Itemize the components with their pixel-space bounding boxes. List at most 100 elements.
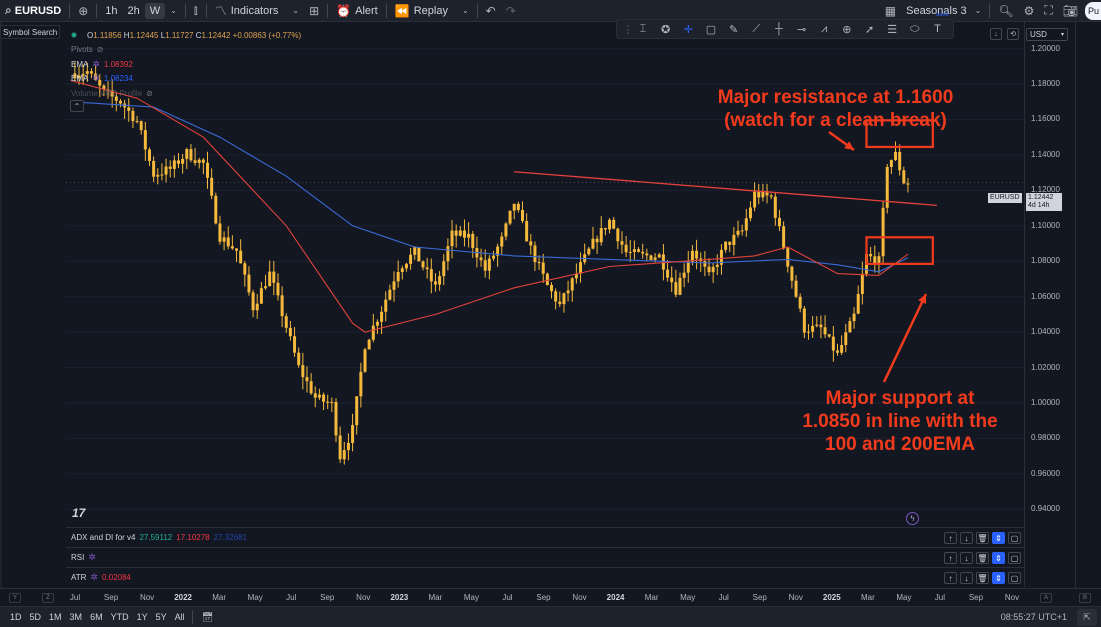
rsi-pane[interactable]: RSI ✲ ↑ ↓ 🗑︎ ⇕ ▢ [66,547,1024,567]
interval-w[interactable]: W [144,2,166,19]
text-cursor-icon[interactable]: ⌶ [633,23,653,36]
time-axis[interactable]: Y Z A B Jul Sep Nov 2022 Mar May Jul Sep Nov 2023… [0,588,1101,605]
price-axis[interactable]: 1.20000 1.18000 1.16000 1.14000 1.12000 1.100… [1024,22,1075,587]
range-button-3m[interactable]: 3M [66,612,87,622]
alert-button[interactable]: ⏰ Alert [331,0,383,22]
gear-icon[interactable]: ✲ [88,552,96,563]
eye-off-icon[interactable]: ⊘ [146,89,153,98]
fullscreen-button[interactable]: ⛶ [1039,0,1057,22]
collapse-pane-button[interactable]: ▢ [1008,572,1021,584]
move-down-button[interactable]: ↓ [960,572,973,584]
left-marker-z[interactable]: Z [42,593,54,603]
move-down-button[interactable]: ↓ [960,532,973,544]
maximize-pane-button[interactable]: ⇕ [992,552,1005,564]
compare-button[interactable]: ⊕ [73,0,93,22]
symbol-button[interactable]: ⌕ EURUSD [0,0,66,22]
chart-legend: O1.11856 H1.12445 L1.11727 C1.12442 +0.0… [71,28,301,101]
price-tick: 1.14000 [1031,149,1060,159]
right-marker-a[interactable]: A [1040,593,1052,603]
drag-handle-icon[interactable]: ⋮ [622,23,633,36]
legend-volume-profile[interactable]: Volume VRO Profile ⊘ [71,86,301,101]
range-button-6m[interactable]: 6M [86,612,107,622]
horizontal-line-icon[interactable]: ┼ [769,23,789,35]
gear-icon[interactable]: ✲ [90,572,98,583]
redo-button[interactable]: ↷ [501,0,521,22]
range-button-5d[interactable]: 5D [26,612,46,622]
text-tool-icon[interactable]: T [928,23,948,35]
gear-icon[interactable]: ✲ [92,59,100,70]
range-button-1d[interactable]: 1D [6,612,26,622]
price-tick: 1.08000 [1031,256,1060,266]
collapse-panel-button[interactable]: ⇱ [1077,609,1097,626]
left-sidebar [0,22,2,605]
calendar-icon[interactable]: 📅︎ [202,612,213,623]
candle-body [438,276,442,285]
eye-off-icon[interactable]: ⊘ [97,45,104,54]
snapshot-button[interactable]: 📷︎ [1058,0,1083,22]
close-value: 1.12442 [201,30,231,40]
path-icon[interactable]: ⩘ [814,23,834,36]
trend-line-icon[interactable]: ⟋ [746,23,766,36]
rectangle-icon[interactable]: ▢ [701,23,721,36]
candle-body [844,332,848,346]
right-marker-b[interactable]: B [1079,593,1091,603]
reset-button[interactable]: ⟲ [1007,28,1019,40]
move-up-button[interactable]: ↑ [944,552,957,564]
range-button-all[interactable]: All [171,612,189,622]
left-marker-y[interactable]: Y [9,593,21,603]
pin-icon[interactable]: ✪ [656,23,676,36]
collapse-pane-button[interactable]: ▢ [1008,552,1021,564]
measure-icon[interactable]: ⊕ [837,23,857,36]
candle-body [288,327,292,337]
gear-icon[interactable]: ✲ [92,73,100,84]
horizontal-ray-icon[interactable]: ⊸ [792,23,812,36]
move-up-button[interactable]: ↑ [944,532,957,544]
shape-icon[interactable]: ⬭ [905,23,925,36]
range-button-5y[interactable]: 5Y [152,612,171,622]
legend-pivots[interactable]: Pivots ⊘ [71,43,301,58]
range-button-1m[interactable]: 1M [45,612,66,622]
replay-label: Replay [413,4,448,17]
delete-pane-button[interactable]: 🗑︎ [976,532,989,544]
crosshair-icon[interactable]: ✛ [678,23,698,36]
range-button-1y[interactable]: 1Y [133,612,152,622]
candle-body [670,277,674,283]
maximize-pane-button[interactable]: ⇕ [992,572,1005,584]
undo-button[interactable]: ↶ [481,0,501,22]
interval-1h[interactable]: 1h [100,0,122,22]
candle-body [189,149,193,161]
legend-collapse-button[interactable]: ⌃ [70,100,84,112]
settings-button[interactable]: ⚙ [1019,0,1040,22]
divider [385,3,387,18]
delete-pane-button[interactable]: 🗑︎ [976,552,989,564]
clock[interactable]: 08:55:27 UTC+1 [1001,612,1067,622]
candle-body [902,170,906,184]
interval-dropdown[interactable]: ⌄ [165,0,182,22]
maximize-pane-button[interactable]: ⇕ [992,532,1005,544]
replay-button[interactable]: ⏪ Replay ⌄ [390,0,474,22]
collapse-pane-button[interactable]: ▢ [1008,532,1021,544]
currency-select[interactable]: USD ▾ [1026,28,1068,41]
move-down-button[interactable]: ↓ [960,552,973,564]
interval-2h[interactable]: 2h [123,0,145,22]
delete-pane-button[interactable]: 🗑︎ [976,572,989,584]
cursor-icon[interactable]: ➚ [860,23,880,36]
indicators-button[interactable]: 〽 Indicators ⌄ [210,0,304,22]
publish-button[interactable]: Pu [1085,2,1101,20]
range-button-ytd[interactable]: YTD [107,612,133,622]
scroll-down-button[interactable]: ↓ [990,28,1002,40]
move-up-button[interactable]: ↑ [944,572,957,584]
atr-pane[interactable]: ATR ✲ 0.02084 ↑ ↓ 🗑︎ ⇕ ▢ [66,567,1024,587]
adx-pane[interactable]: ADX and DI for v4 27.59112 17.10278 27.3… [66,527,1024,547]
fib-icon[interactable]: ☰ [882,23,902,36]
legend-ema-fast[interactable]: EMA ✲ 1.08392 [71,57,301,72]
lightning-icon[interactable]: ϟ [906,512,919,525]
support-text-3: 100 and 200EMA [825,434,975,455]
layouts-button[interactable]: ⊞ [304,0,324,22]
legend-ema-slow[interactable]: EMA ✲ 1.08234 [71,72,301,87]
quick-search-button[interactable]: 🔍︎ [993,0,1018,22]
interval-label: W [149,4,161,17]
brush-icon[interactable]: ✎ [724,23,744,36]
chart-type-button[interactable]: ⫾ [189,0,203,22]
tradingview-logo[interactable]: 17 [72,506,85,520]
